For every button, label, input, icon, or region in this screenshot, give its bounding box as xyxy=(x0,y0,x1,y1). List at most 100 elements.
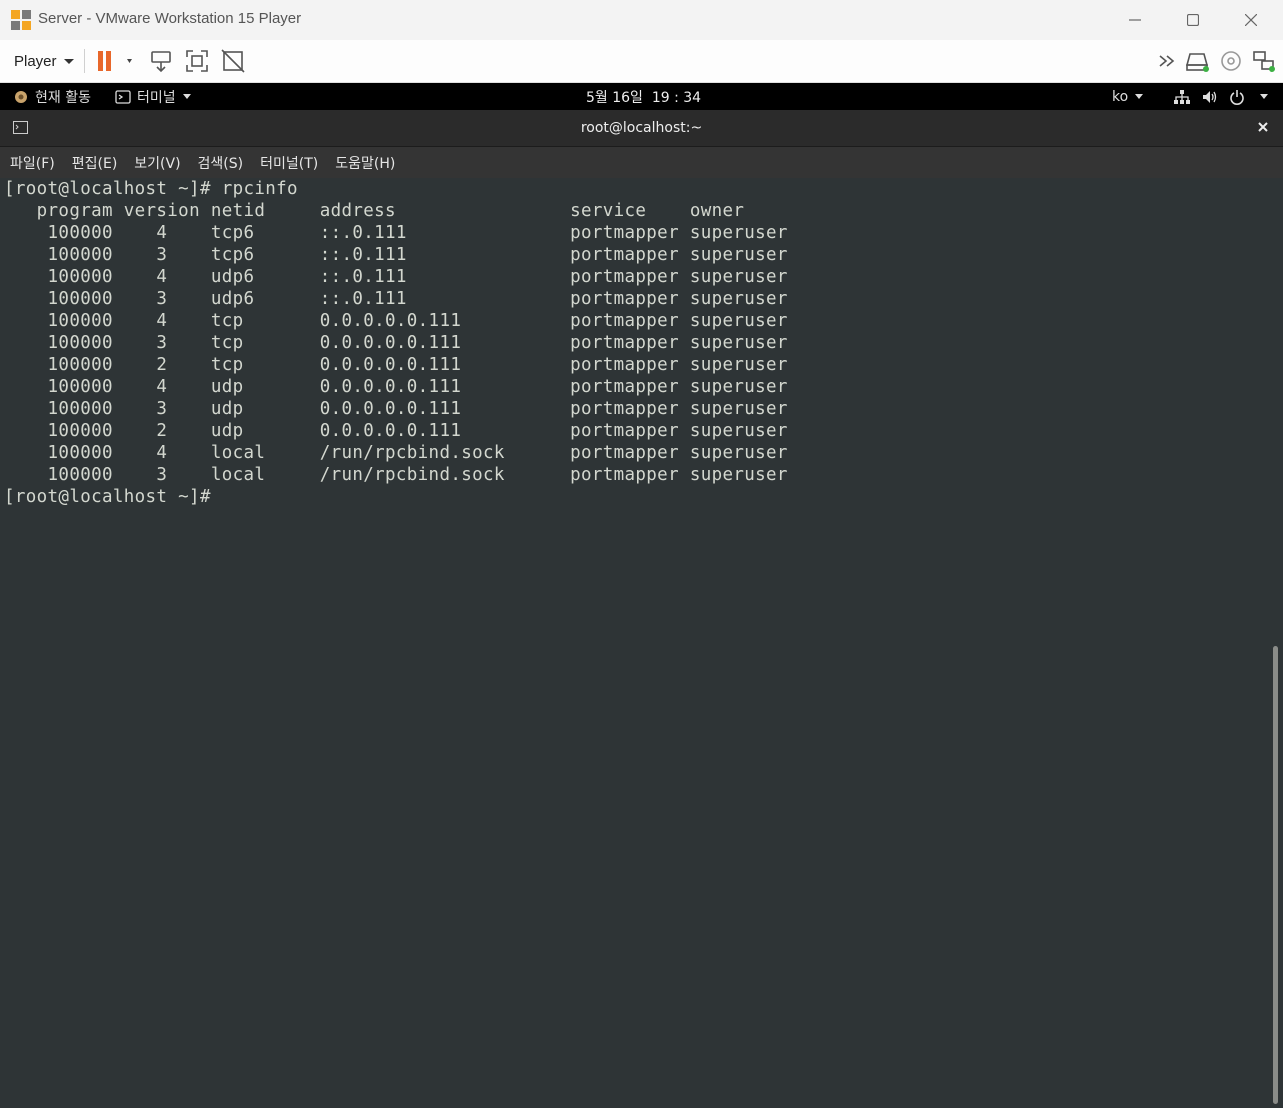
owner-cell: superuser xyxy=(689,399,788,419)
address-cell: 0.0.0.0.0.111 xyxy=(319,355,571,375)
table-row: 100000 4 local /run/rpcbind.sock portmap… xyxy=(4,442,788,464)
owner-cell: superuser xyxy=(689,377,788,397)
more-icon xyxy=(1159,55,1175,67)
program-cell: 100000 xyxy=(4,311,113,331)
menu-view[interactable]: 보기(V) xyxy=(134,153,180,173)
header-cell: version xyxy=(123,201,211,221)
program-cell: 100000 xyxy=(4,267,113,287)
program-cell: 100000 xyxy=(4,223,113,243)
command-line: [root@localhost ~]# xyxy=(4,486,788,508)
activities-button[interactable]: 현재 활동 xyxy=(13,83,91,110)
version-cell: 2 xyxy=(112,421,211,441)
table-row: 100000 3 tcp 0.0.0.0.0.111 portmapper su… xyxy=(4,332,788,354)
netid-cell: local xyxy=(210,443,320,463)
version-cell: 2 xyxy=(112,355,211,375)
unity-button[interactable] xyxy=(219,48,247,74)
version-cell: 3 xyxy=(112,333,211,353)
owner-cell: superuser xyxy=(689,223,788,243)
version-cell: 3 xyxy=(112,245,211,265)
pause-button[interactable] xyxy=(93,48,133,74)
netid-cell: udp xyxy=(210,377,320,397)
address-cell: ::.0.111 xyxy=(319,245,571,265)
prompt: [root@localhost ~]# xyxy=(4,179,222,199)
send-ctrl-alt-del-button[interactable] xyxy=(147,48,175,74)
terminal-close-button[interactable] xyxy=(1257,121,1269,137)
terminal-menubar: 파일(F) 편집(E) 보기(V) 검색(S) 터미널(T) 도움말(H) xyxy=(0,147,1283,178)
header-cell: address xyxy=(319,201,571,221)
table-row: 100000 4 udp 0.0.0.0.0.111 portmapper su… xyxy=(4,376,788,398)
netid-cell: tcp xyxy=(210,355,320,375)
volume-icon xyxy=(1203,90,1217,103)
owner-cell: superuser xyxy=(689,355,788,375)
table-row: 100000 3 udp6 ::.0.111 portmapper superu… xyxy=(4,288,788,310)
service-cell: portmapper xyxy=(570,399,690,419)
window-title-bar: Server - VMware Workstation 15 Player xyxy=(0,0,1283,41)
fullscreen-icon xyxy=(186,50,208,72)
netid-cell: tcp6 xyxy=(210,245,320,265)
unity-icon xyxy=(221,49,245,73)
address-cell: ::.0.111 xyxy=(319,223,571,243)
hard-disk-button[interactable] xyxy=(1184,48,1212,74)
player-menu-button[interactable]: Player xyxy=(8,48,80,74)
table-row: 100000 4 tcp 0.0.0.0.0.111 portmapper su… xyxy=(4,310,788,332)
menu-terminal[interactable]: 터미널(T) xyxy=(260,153,318,173)
owner-cell: superuser xyxy=(689,333,788,353)
prompt: [root@localhost ~]# xyxy=(4,487,211,507)
service-cell: portmapper xyxy=(570,355,690,375)
system-menu-button[interactable] xyxy=(1173,83,1268,110)
table-header: program version netid address service ow… xyxy=(4,200,788,222)
input-method-button[interactable]: ko xyxy=(1112,83,1144,110)
close-icon xyxy=(1245,14,1257,26)
close-button[interactable] xyxy=(1222,0,1280,40)
close-icon xyxy=(1258,122,1268,132)
clock-button[interactable]: 5월 16일 19 : 34 xyxy=(586,83,701,110)
power-icon xyxy=(1230,89,1244,105)
header-cell: netid xyxy=(210,201,320,221)
table-row: 100000 3 udp 0.0.0.0.0.111 portmapper su… xyxy=(4,398,788,420)
table-row: 100000 4 udp6 ::.0.111 portmapper superu… xyxy=(4,266,788,288)
netid-cell: tcp xyxy=(210,333,320,353)
input-method-label: ko xyxy=(1112,88,1129,105)
service-cell: portmapper xyxy=(570,333,690,353)
terminal-output[interactable]: [root@localhost ~]# rpcinfo program vers… xyxy=(4,178,788,508)
fullscreen-button[interactable] xyxy=(183,48,211,74)
address-cell: /run/rpcbind.sock xyxy=(319,465,571,485)
activities-icon xyxy=(15,90,27,103)
netid-cell: local xyxy=(210,465,320,485)
address-cell: ::.0.111 xyxy=(319,289,571,309)
program-cell: 100000 xyxy=(4,245,113,265)
netid-cell: tcp xyxy=(210,311,320,331)
program-cell: 100000 xyxy=(4,465,113,485)
program-cell: 100000 xyxy=(4,377,113,397)
owner-cell: superuser xyxy=(689,245,788,265)
network-adapter-button[interactable] xyxy=(1250,48,1278,74)
more-devices-button[interactable] xyxy=(1154,48,1182,74)
network-icon xyxy=(1174,89,1190,104)
version-cell: 4 xyxy=(112,223,211,243)
menu-file[interactable]: 파일(F) xyxy=(10,153,55,173)
version-cell: 4 xyxy=(112,267,211,287)
service-cell: portmapper xyxy=(570,311,690,331)
menu-help[interactable]: 도움말(H) xyxy=(335,153,395,173)
service-cell: portmapper xyxy=(570,289,690,309)
netid-cell: udp xyxy=(210,399,320,419)
minimize-button[interactable] xyxy=(1106,0,1164,40)
service-cell: portmapper xyxy=(570,223,690,243)
version-cell: 4 xyxy=(112,443,211,463)
menu-search[interactable]: 검색(S) xyxy=(198,153,244,173)
program-cell: 100000 xyxy=(4,333,113,353)
service-cell: portmapper xyxy=(570,443,690,463)
header-cell: owner xyxy=(689,201,745,221)
program-cell: 100000 xyxy=(4,443,113,463)
send-ctrl-alt-del-icon xyxy=(151,51,171,73)
cd-dvd-button[interactable] xyxy=(1217,48,1245,74)
program-cell: 100000 xyxy=(4,289,113,309)
terminal-area[interactable]: [root@localhost ~]# rpcinfo program vers… xyxy=(0,178,1283,1108)
maximize-button[interactable] xyxy=(1164,0,1222,40)
netid-cell: udp6 xyxy=(210,289,320,309)
menu-edit[interactable]: 편집(E) xyxy=(72,153,118,173)
version-cell: 3 xyxy=(112,399,211,419)
terminal-scrollbar[interactable] xyxy=(1273,646,1278,1104)
address-cell: /run/rpcbind.sock xyxy=(319,443,571,463)
app-menu-button[interactable]: 터미널 xyxy=(115,83,191,110)
